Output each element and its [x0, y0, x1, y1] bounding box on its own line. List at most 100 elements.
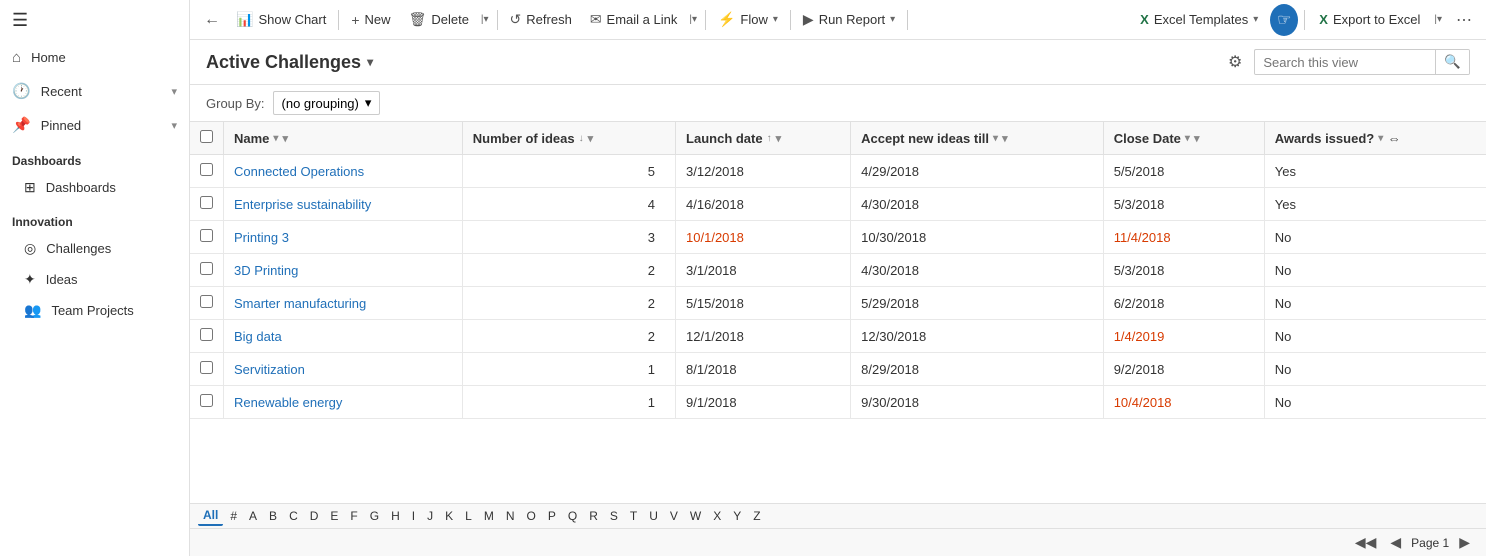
col-checkbox[interactable]	[190, 122, 224, 155]
alpha-item-p[interactable]: P	[543, 507, 561, 525]
col-accept-ideas-sort-icon[interactable]: ▾	[993, 133, 998, 144]
row-checkbox[interactable]	[200, 163, 213, 176]
group-by-label: Group By:	[206, 96, 265, 111]
col-num-ideas-filter-icon[interactable]: ▾	[588, 132, 594, 145]
alpha-item-o[interactable]: O	[522, 507, 541, 525]
alpha-item-t[interactable]: T	[625, 507, 642, 525]
export-dropdown[interactable]: |▾	[1432, 10, 1446, 29]
new-button[interactable]: + New	[343, 8, 398, 32]
col-launch-date-filter-icon[interactable]: ▾	[776, 132, 782, 145]
col-name-filter-icon[interactable]: ▾	[282, 132, 288, 145]
page-prev-button[interactable]: ◀	[1386, 532, 1405, 553]
show-chart-button[interactable]: 📊 Show Chart	[228, 7, 334, 32]
email-link-button[interactable]: ✉ Email a Link	[582, 7, 686, 32]
alpha-item-i[interactable]: I	[407, 507, 420, 525]
col-awards-label: Awards issued?	[1275, 131, 1374, 146]
row-checkbox[interactable]	[200, 361, 213, 374]
sidebar-item-home[interactable]: ⌂ Home	[0, 41, 189, 74]
row-name-link[interactable]: Servitization	[234, 362, 305, 377]
refresh-button[interactable]: ↺ Refresh	[502, 7, 580, 32]
sidebar-item-ideas[interactable]: ✦ Ideas	[0, 264, 189, 295]
col-name-sort-icon[interactable]: ▾	[273, 133, 278, 144]
alpha-item-z[interactable]: Z	[748, 507, 765, 525]
sidebar-item-team-projects[interactable]: 👥 Team Projects	[0, 295, 189, 326]
row-close-date-cell: 5/3/2018	[1103, 254, 1264, 287]
alpha-item-n[interactable]: N	[501, 507, 520, 525]
export-excel-button[interactable]: X Export to Excel	[1311, 8, 1428, 31]
search-view-button[interactable]: 🔍	[1435, 50, 1469, 74]
group-by-value: (no grouping)	[282, 96, 359, 111]
col-close-date-filter-icon[interactable]: ▾	[1194, 132, 1200, 145]
sidebar-item-dashboards[interactable]: ⊞ Dashboards	[0, 172, 189, 203]
alpha-item-d[interactable]: D	[305, 507, 324, 525]
alpha-item-s[interactable]: S	[605, 507, 623, 525]
col-awards-sort-icon[interactable]: ▾	[1378, 133, 1383, 144]
alpha-item-y[interactable]: Y	[728, 507, 746, 525]
row-checkbox[interactable]	[200, 328, 213, 341]
row-checkbox[interactable]	[200, 262, 213, 275]
table-row: Smarter manufacturing 2 5/15/2018 5/29/2…	[190, 287, 1486, 320]
page-first-button[interactable]: ◀◀	[1351, 532, 1381, 553]
alpha-item-g[interactable]: G	[365, 507, 384, 525]
row-name-link[interactable]: Enterprise sustainability	[234, 197, 371, 212]
row-name-link[interactable]: Printing 3	[234, 230, 289, 245]
delete-button[interactable]: 🗑 Delete	[401, 7, 477, 32]
col-awards-resize-icon[interactable]: ⇔	[1387, 131, 1401, 146]
email-dropdown[interactable]: |▾	[687, 10, 701, 29]
alpha-item-a[interactable]: A	[244, 507, 262, 525]
row-checkbox[interactable]	[200, 196, 213, 209]
alpha-item-v[interactable]: V	[665, 507, 683, 525]
select-all-checkbox[interactable]	[200, 130, 213, 143]
back-button[interactable]: ←	[198, 6, 226, 34]
group-by-select[interactable]: (no grouping) ▾	[273, 91, 381, 115]
row-accept-ideas-cell: 9/30/2018	[851, 386, 1104, 419]
run-report-icon: ▶	[803, 11, 814, 28]
col-launch-date-sort-icon[interactable]: ↑	[767, 133, 772, 144]
alpha-item-m[interactable]: M	[479, 507, 499, 525]
alpha-item-x[interactable]: X	[708, 507, 726, 525]
sidebar-item-challenges[interactable]: ◎ Challenges	[0, 233, 189, 264]
challenges-table: Name ▾ ▾ Number of ideas ↓ ▾	[190, 122, 1486, 419]
alpha-item-#[interactable]: #	[225, 507, 242, 525]
table-row: Servitization 1 8/1/2018 8/29/2018 9/2/2…	[190, 353, 1486, 386]
row-name-link[interactable]: Smarter manufacturing	[234, 296, 366, 311]
alpha-item-j[interactable]: J	[422, 507, 438, 525]
alpha-item-r[interactable]: R	[584, 507, 603, 525]
page-bar: ◀◀ ◀ Page 1 ▶	[190, 529, 1486, 556]
run-report-button[interactable]: ▶ Run Report ▾	[795, 7, 903, 32]
alpha-item-all[interactable]: All	[198, 506, 223, 526]
view-title-chevron-icon[interactable]: ▾	[367, 55, 373, 69]
alpha-item-u[interactable]: U	[644, 507, 663, 525]
col-close-date-sort-icon[interactable]: ▾	[1185, 133, 1190, 144]
row-name-link[interactable]: 3D Printing	[234, 263, 298, 278]
row-checkbox[interactable]	[200, 229, 213, 242]
col-accept-ideas-filter-icon[interactable]: ▾	[1002, 132, 1008, 145]
search-view-input[interactable]	[1255, 51, 1435, 74]
excel-templates-button[interactable]: X Excel Templates ▾	[1132, 8, 1266, 31]
sidebar-item-recent[interactable]: 🕐 Recent ▾	[0, 74, 189, 108]
alpha-item-c[interactable]: C	[284, 507, 303, 525]
row-name-link[interactable]: Connected Operations	[234, 164, 364, 179]
row-launch-date-cell: 3/12/2018	[676, 155, 851, 188]
alpha-item-e[interactable]: E	[325, 507, 343, 525]
delete-dropdown[interactable]: |▾	[479, 10, 493, 29]
sidebar-item-pinned[interactable]: 📌 Pinned ▾	[0, 108, 189, 142]
filter-icon[interactable]: ⚙	[1224, 48, 1246, 76]
alpha-item-l[interactable]: L	[460, 507, 477, 525]
flow-button[interactable]: ⚡ Flow ▾	[710, 7, 786, 32]
row-checkbox[interactable]	[200, 295, 213, 308]
row-name-link[interactable]: Big data	[234, 329, 282, 344]
alpha-item-w[interactable]: W	[685, 507, 706, 525]
alpha-item-h[interactable]: H	[386, 507, 405, 525]
hamburger-menu[interactable]: ☰	[0, 0, 189, 41]
col-num-ideas-sort-icon[interactable]: ↓	[579, 133, 584, 144]
alpha-item-b[interactable]: B	[264, 507, 282, 525]
row-name-link[interactable]: Renewable energy	[234, 395, 342, 410]
alpha-item-f[interactable]: F	[345, 507, 362, 525]
more-options-button[interactable]: ⋯	[1450, 6, 1478, 34]
row-checkbox[interactable]	[200, 394, 213, 407]
alpha-item-k[interactable]: K	[440, 507, 458, 525]
alpha-item-q[interactable]: Q	[563, 507, 582, 525]
page-next-button[interactable]: ▶	[1455, 532, 1474, 553]
sidebar-dashboards-label: Dashboards	[46, 180, 116, 195]
